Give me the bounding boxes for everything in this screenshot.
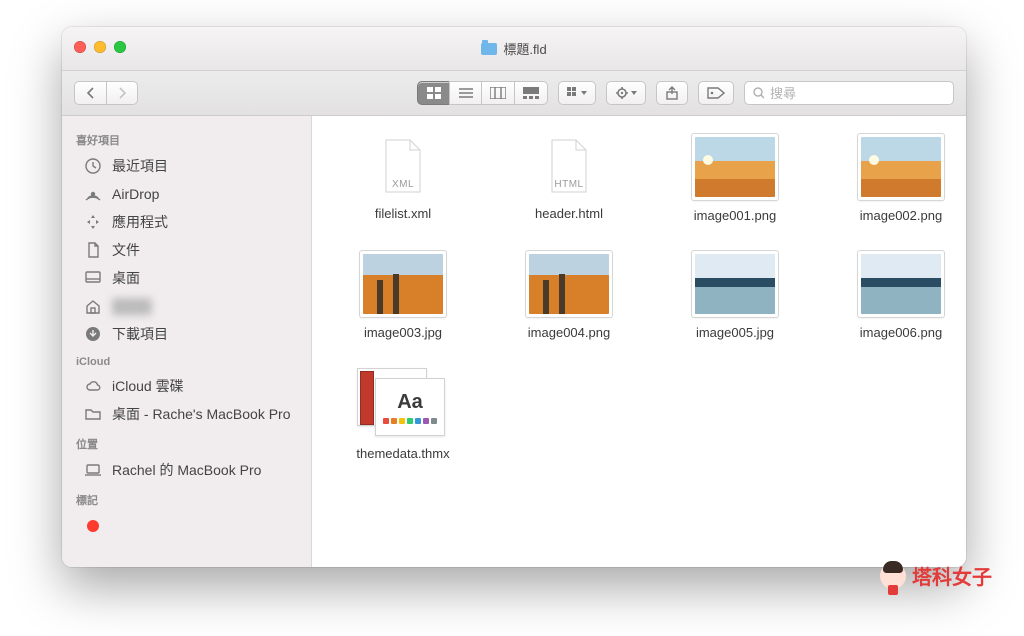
sidebar-item[interactable]: 下載項目 xyxy=(62,320,311,348)
minimize-button[interactable] xyxy=(94,41,106,53)
cloud-icon xyxy=(84,377,102,395)
sidebar-item[interactable]: AirDrop xyxy=(62,180,311,208)
sidebar-item-label: AirDrop xyxy=(112,186,159,202)
sidebar-item-label: ████ xyxy=(112,298,152,314)
file-item[interactable]: image003.jpg xyxy=(328,251,478,340)
window-title-text: 標題.fld xyxy=(503,39,546,58)
view-columns-button[interactable] xyxy=(481,81,514,105)
sidebar-group-title: 位置 xyxy=(62,428,311,456)
file-name: themedata.thmx xyxy=(356,446,449,461)
sidebar-item[interactable]: Rachel 的 MacBook Pro xyxy=(62,456,311,484)
search-field[interactable] xyxy=(744,81,954,105)
action-button[interactable] xyxy=(606,81,646,105)
file-item[interactable]: XML filelist.xml xyxy=(328,134,478,223)
tag-red-icon xyxy=(84,517,102,535)
clock-icon xyxy=(84,157,102,175)
sidebar-item[interactable]: iCloud 雲碟 xyxy=(62,372,311,400)
file-item[interactable]: image001.png xyxy=(660,134,810,223)
sidebar-item-label: Rachel 的 MacBook Pro xyxy=(112,460,261,480)
view-icons-button[interactable] xyxy=(417,81,449,105)
home-icon xyxy=(84,297,102,315)
file-name: image006.png xyxy=(860,325,942,340)
file-thumbnail: XML xyxy=(360,134,446,198)
sidebar-item[interactable]: 應用程式 xyxy=(62,208,311,236)
toolbar xyxy=(62,71,966,116)
sidebar-item[interactable]: ████ xyxy=(62,292,311,320)
view-mode xyxy=(417,81,548,105)
folder-icon xyxy=(84,405,102,423)
view-gallery-button[interactable] xyxy=(514,81,548,105)
tags-button[interactable] xyxy=(698,81,734,105)
file-name: image002.png xyxy=(860,208,942,223)
sidebar-group-title: 喜好項目 xyxy=(62,124,311,152)
laptop-icon xyxy=(84,461,102,479)
view-list-button[interactable] xyxy=(449,81,481,105)
sidebar-item[interactable] xyxy=(62,512,311,540)
file-thumbnail xyxy=(858,251,944,317)
window-body: 喜好項目最近項目 AirDrop 應用程式文件桌面 ████ 下載項目 iCloud iCl… xyxy=(62,116,966,567)
file-item[interactable]: image002.png xyxy=(826,134,966,223)
sidebar-item[interactable]: 桌面 - Rache's MacBook Pro xyxy=(62,400,311,428)
back-button[interactable] xyxy=(74,81,106,105)
file-thumbnail xyxy=(692,251,778,317)
file-thumbnail xyxy=(858,134,944,200)
doc-icon xyxy=(84,241,102,259)
apps-icon xyxy=(84,213,102,231)
sidebar-item-label: iCloud 雲碟 xyxy=(112,376,184,396)
sidebar-item-label: 桌面 - Rache's MacBook Pro xyxy=(112,404,291,424)
file-thumbnail: Aa xyxy=(357,368,449,438)
download-icon xyxy=(84,325,102,343)
file-name: image004.png xyxy=(528,325,610,340)
window-title: 標題.fld xyxy=(62,39,966,58)
file-name: filelist.xml xyxy=(375,206,431,221)
sidebar-item-label: 下載項目 xyxy=(112,324,168,344)
sidebar-item[interactable]: 文件 xyxy=(62,236,311,264)
sidebar-item-label: 最近項目 xyxy=(112,156,168,176)
sidebar-group-title: 標記 xyxy=(62,484,311,512)
finder-window: 標題.fld xyxy=(62,27,966,567)
search-icon xyxy=(753,87,764,99)
file-thumbnail: HTML xyxy=(526,134,612,198)
sidebar-item[interactable]: 最近項目 xyxy=(62,152,311,180)
file-name: image003.jpg xyxy=(364,325,442,340)
file-item[interactable]: image005.jpg xyxy=(660,251,810,340)
sidebar-item[interactable]: 桌面 xyxy=(62,264,311,292)
file-name: image005.jpg xyxy=(696,325,774,340)
sidebar-item-label: 桌面 xyxy=(112,268,140,288)
file-thumbnail xyxy=(692,134,778,200)
sidebar: 喜好項目最近項目 AirDrop 應用程式文件桌面 ████ 下載項目 iCloud iCl… xyxy=(62,116,312,567)
file-name: header.html xyxy=(535,206,603,221)
content-area[interactable]: XML filelist.xml HTML header.html image001.p… xyxy=(312,116,966,567)
arrange-button[interactable] xyxy=(558,81,596,105)
file-item[interactable]: HTML header.html xyxy=(494,134,644,223)
search-input[interactable] xyxy=(770,86,945,101)
watermark-icon xyxy=(880,563,906,589)
zoom-button[interactable] xyxy=(114,41,126,53)
file-name: image001.png xyxy=(694,208,776,223)
file-item[interactable]: Aa themedata.thmx xyxy=(328,368,478,461)
desktop-icon xyxy=(84,269,102,287)
file-grid: XML filelist.xml HTML header.html image001.p… xyxy=(328,134,950,461)
watermark: 塔科女子 xyxy=(880,561,992,590)
forward-button[interactable] xyxy=(106,81,138,105)
window-controls xyxy=(74,41,126,53)
file-item[interactable]: image006.png xyxy=(826,251,966,340)
sidebar-group-title: iCloud xyxy=(62,348,311,372)
sidebar-item-label: 文件 xyxy=(112,240,140,260)
watermark-text: 塔科女子 xyxy=(912,561,992,590)
airdrop-icon xyxy=(84,185,102,203)
share-button[interactable] xyxy=(656,81,688,105)
nav-buttons xyxy=(74,81,138,105)
sidebar-item-label: 應用程式 xyxy=(112,212,168,232)
folder-icon xyxy=(481,43,497,55)
file-item[interactable]: image004.png xyxy=(494,251,644,340)
file-thumbnail xyxy=(526,251,612,317)
titlebar: 標題.fld xyxy=(62,27,966,71)
file-thumbnail xyxy=(360,251,446,317)
close-button[interactable] xyxy=(74,41,86,53)
